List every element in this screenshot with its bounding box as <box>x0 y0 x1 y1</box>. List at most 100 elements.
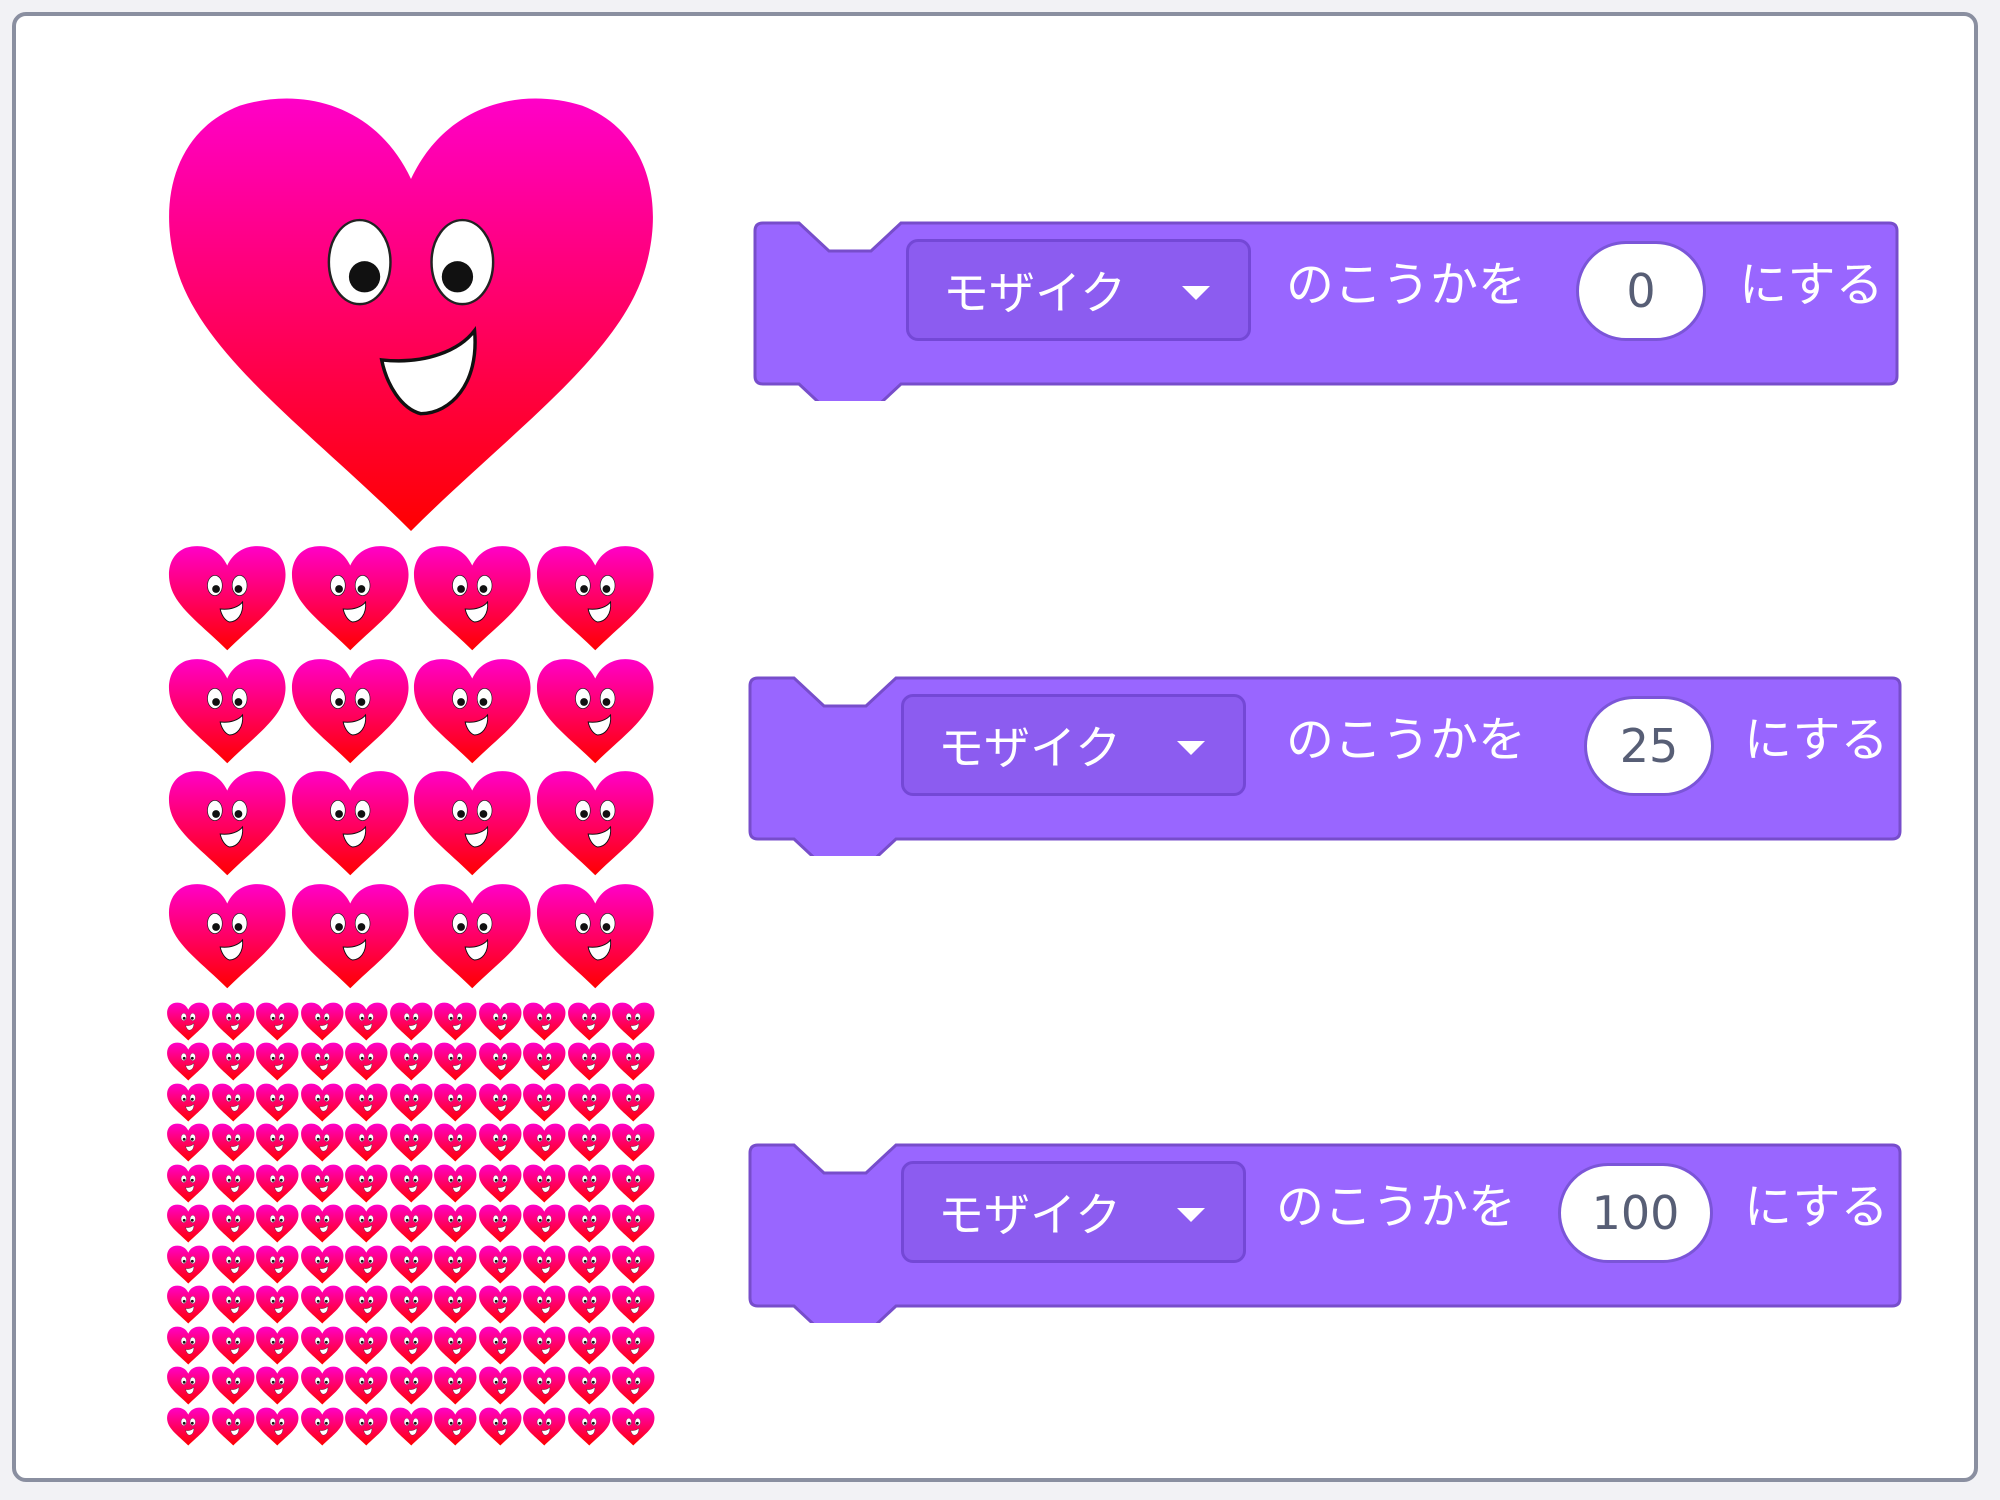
heart-sprite-icon <box>300 1204 344 1243</box>
heart-sprite-icon <box>300 1002 344 1041</box>
heart-sprite-icon <box>256 1083 299 1122</box>
heart-sprite-icon <box>434 1043 477 1081</box>
heart-sprite-icon <box>389 1407 433 1446</box>
heart-sprite-icon <box>612 1123 655 1162</box>
heart-sprite-icon <box>567 1366 611 1405</box>
heart-sprite-icon <box>389 1245 433 1284</box>
effect-text: のこうかを <box>1286 257 1527 313</box>
heart-sprite-icon <box>345 1245 388 1284</box>
heart-sprite-icon <box>612 1204 655 1243</box>
heart-sprite-icon <box>523 1043 566 1081</box>
heart-sprite-icon <box>567 1043 611 1081</box>
sprite-heart-mosaic-25 <box>166 541 656 991</box>
heart-sprite-icon <box>256 1326 299 1365</box>
heart-sprite-icon <box>523 1083 566 1122</box>
heart-sprite-icon <box>536 658 654 763</box>
heart-sprite-icon <box>211 1204 255 1243</box>
heart-sprite-icon <box>300 1366 344 1405</box>
heart-sprite-icon <box>389 1366 433 1405</box>
heart-sprite-icon <box>211 1164 255 1203</box>
heart-sprite-icon <box>478 1002 522 1041</box>
effect-dropdown[interactable]: モザイク <box>906 239 1251 341</box>
heart-sprite-icon <box>345 1164 388 1203</box>
effect-dropdown[interactable]: モザイク <box>901 694 1246 796</box>
heart-sprite-icon <box>523 1245 566 1284</box>
heart-sprite-icon <box>211 1285 255 1324</box>
heart-sprite-icon <box>567 1326 611 1365</box>
dropdown-caret-icon <box>1182 286 1210 300</box>
heart-sprite-icon <box>434 1326 477 1365</box>
effect-dropdown-label: モザイク <box>943 266 1127 320</box>
heart-sprite-icon <box>612 1407 655 1446</box>
heart-sprite-icon <box>478 1164 522 1203</box>
heart-sprite-icon <box>211 1245 255 1284</box>
heart-sprite-icon <box>434 1083 477 1122</box>
heart-sprite-icon <box>478 1366 522 1405</box>
heart-sprite-icon <box>211 1366 255 1405</box>
heart-sprite-icon <box>612 1285 655 1324</box>
heart-sprite-icon <box>256 1164 299 1203</box>
set-effect-block-2[interactable]: モザイク のこうかを 25 にする <box>746 666 1902 856</box>
set-effect-block-1[interactable]: モザイク のこうかを 0 にする <box>751 211 1901 401</box>
heart-sprite-icon <box>567 1204 611 1243</box>
heart-sprite-icon <box>478 1123 522 1162</box>
heart-sprite-icon <box>523 1164 566 1203</box>
heart-sprite-icon <box>167 1366 210 1405</box>
heart-sprite-icon <box>567 1123 611 1162</box>
heart-sprite-icon <box>536 771 654 876</box>
effect-dropdown[interactable]: モザイク <box>901 1161 1246 1263</box>
heart-sprite-icon <box>389 1164 433 1203</box>
heart-sprite-icon <box>612 1326 655 1365</box>
heart-sprite-icon <box>256 1407 299 1446</box>
heart-sprite-icon <box>256 1002 299 1041</box>
illustration-frame: モザイク のこうかを 0 にする モザイク のこうかを 25 にする モザイク … <box>12 12 1978 1482</box>
heart-sprite-icon <box>211 1002 255 1041</box>
effect-value-input[interactable]: 100 <box>1558 1163 1713 1263</box>
suffix-text: にする <box>1744 1179 1889 1235</box>
heart-sprite-icon <box>300 1326 344 1365</box>
heart-sprite-icon <box>389 1043 433 1081</box>
heart-sprite-icon <box>413 771 531 876</box>
heart-sprite-icon <box>612 1245 655 1284</box>
heart-sprite-icon <box>167 1043 210 1081</box>
heart-sprite-icon <box>478 1043 522 1081</box>
effect-value-input[interactable]: 0 <box>1576 241 1706 341</box>
heart-sprite-icon <box>523 1407 566 1446</box>
heart-sprite-icon <box>167 1407 210 1446</box>
heart-sprite-icon <box>478 1326 522 1365</box>
heart-sprite-icon <box>167 1326 210 1365</box>
heart-sprite-icon <box>345 1407 388 1446</box>
heart-sprite-icon <box>211 1326 255 1365</box>
heart-sprite-icon <box>167 1245 210 1284</box>
heart-sprite-icon <box>413 883 531 988</box>
heart-sprite-icon <box>345 1285 388 1324</box>
heart-sprite-icon <box>211 1043 255 1081</box>
effect-dropdown-label: モザイク <box>938 721 1122 775</box>
effect-value-input[interactable]: 25 <box>1584 696 1714 796</box>
heart-sprite-icon <box>345 1002 388 1041</box>
heart-sprite-icon <box>413 658 531 763</box>
effect-text: のこうかを <box>1286 712 1527 768</box>
sprite-heart-mosaic-100 <box>166 1001 656 1446</box>
heart-sprite-icon <box>291 883 409 988</box>
heart-sprite-icon <box>612 1043 655 1081</box>
heart-sprite-icon <box>478 1083 522 1122</box>
heart-sprite-icon <box>167 1083 210 1122</box>
heart-sprite-icon <box>256 1123 299 1162</box>
heart-sprite-icon <box>256 1245 299 1284</box>
heart-sprite-icon <box>567 1285 611 1324</box>
heart-sprite-icon <box>211 1083 255 1122</box>
heart-sprite-icon <box>256 1204 299 1243</box>
heart-sprite-icon <box>536 546 654 651</box>
heart-sprite-icon <box>523 1326 566 1365</box>
set-effect-block-3[interactable]: モザイク のこうかを 100 にする <box>746 1133 1902 1323</box>
heart-sprite-icon <box>434 1285 477 1324</box>
heart-sprite-icon <box>567 1002 611 1041</box>
heart-sprite-icon <box>345 1366 388 1405</box>
heart-sprite-icon <box>389 1204 433 1243</box>
heart-sprite-icon <box>300 1245 344 1284</box>
heart-sprite-icon <box>345 1043 388 1081</box>
heart-sprite-icon <box>389 1326 433 1365</box>
heart-sprite-icon <box>300 1083 344 1122</box>
effect-text: のこうかを <box>1276 1179 1517 1235</box>
